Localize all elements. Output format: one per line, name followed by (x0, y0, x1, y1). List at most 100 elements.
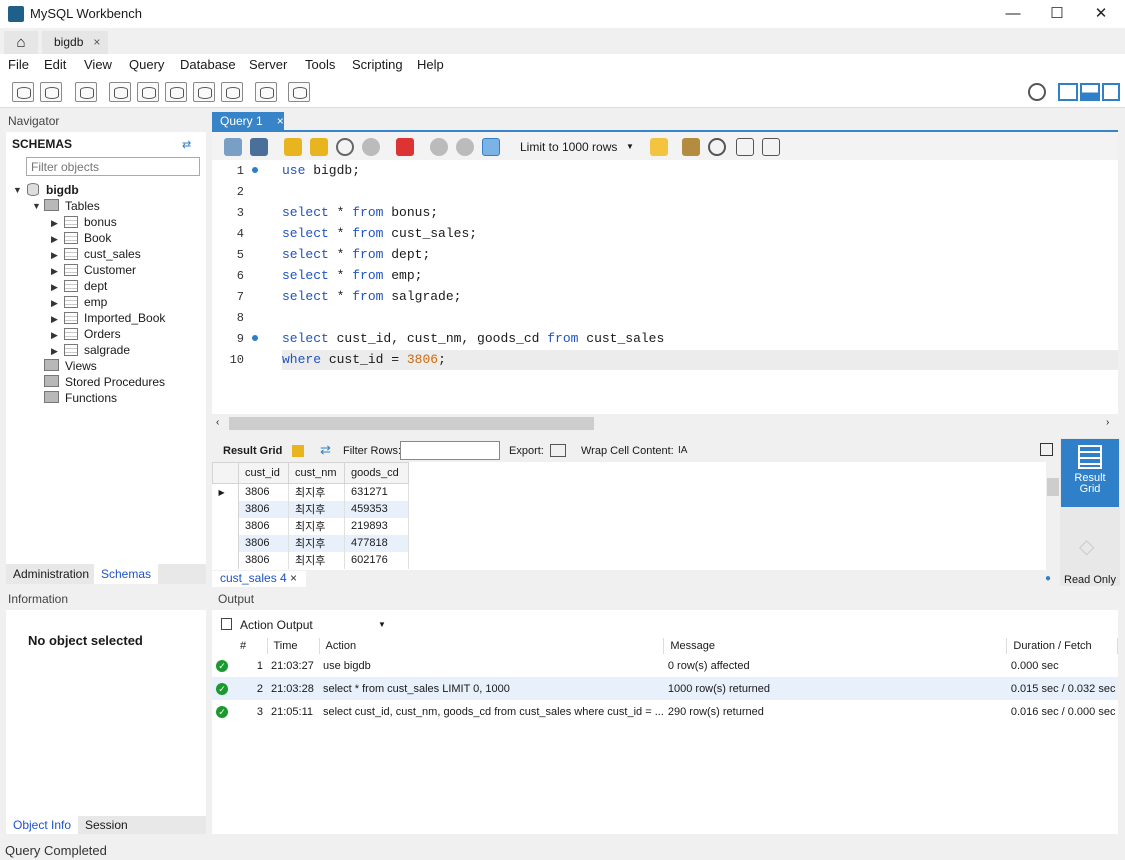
menu-query[interactable]: Query (129, 57, 164, 72)
action-output-table[interactable]: # Time Action Message Duration / Fetch ✓… (212, 638, 1118, 723)
column-header[interactable]: goods_cd (344, 462, 409, 484)
column-header[interactable]: # (234, 638, 268, 654)
table-node[interactable]: cust_sales (84, 247, 141, 261)
table-row[interactable]: 3806 최지후 219893 (212, 517, 409, 535)
expand-table-icon[interactable]: ▶ (51, 282, 58, 293)
cell-cust-nm[interactable]: 최지후 (288, 551, 345, 569)
code-line-1[interactable]: use bigdb; (282, 163, 360, 178)
cell-action[interactable]: select * from cust_sales LIMIT 0, 1000 (319, 677, 664, 700)
tab-schemas[interactable]: Schemas (94, 564, 159, 584)
close-tab-icon[interactable]: × (93, 35, 100, 49)
add-snippet-icon[interactable] (650, 138, 668, 156)
toggle-secondary-sidebar-icon[interactable] (1102, 83, 1120, 101)
execute-icon[interactable] (284, 138, 302, 156)
autocommit-icon[interactable] (482, 138, 500, 156)
cell-goods-cd[interactable]: 602176 (344, 551, 409, 569)
create-schema-icon[interactable] (109, 82, 131, 102)
expand-table-icon[interactable]: ▶ (51, 250, 58, 261)
create-view-icon[interactable] (165, 82, 187, 102)
table-node[interactable]: Customer (84, 263, 136, 277)
save-icon[interactable] (250, 138, 268, 156)
filter-rows-input[interactable] (400, 441, 500, 460)
grid-view-icon[interactable] (292, 445, 304, 457)
code-line-7[interactable]: select * from salgrade; (282, 289, 461, 304)
expand-table-icon[interactable]: ▶ (51, 218, 58, 229)
code-line-10[interactable]: where cust_id = 3806; (282, 352, 446, 367)
create-table-icon[interactable] (137, 82, 159, 102)
stop-icon[interactable] (362, 138, 380, 156)
code-line-3[interactable]: select * from bonus; (282, 205, 438, 220)
close-query-tab-icon[interactable]: × (277, 114, 284, 128)
commit-icon[interactable] (430, 138, 448, 156)
table-row[interactable]: ✓ 2 21:03:28 select * from cust_sales LIMIT… (212, 677, 1118, 700)
column-header[interactable]: Message (663, 638, 1008, 654)
maximize-button[interactable]: ☐ (1034, 0, 1080, 28)
editor-scroll-thumb[interactable] (229, 417, 594, 430)
column-header[interactable]: cust_id (238, 462, 289, 484)
cell-cust-nm[interactable]: 최지후 (288, 500, 345, 518)
toggle-sidebar-icon[interactable] (1058, 83, 1078, 101)
invisible-chars-icon[interactable] (736, 138, 754, 156)
find-icon[interactable] (708, 138, 726, 156)
toggle-panel-icon[interactable] (1040, 443, 1053, 456)
scroll-right-icon[interactable]: › (1106, 417, 1109, 428)
tab-session[interactable]: Session (85, 818, 128, 832)
cell-cust-id[interactable]: 3806 (238, 551, 289, 569)
table-node[interactable]: salgrade (84, 343, 130, 357)
table-node[interactable]: Book (84, 231, 111, 245)
cell-cust-id[interactable]: 3806 (238, 483, 289, 501)
column-header[interactable]: cust_nm (288, 462, 345, 484)
expand-table-icon[interactable]: ▶ (51, 298, 58, 309)
cell-cust-id[interactable]: 3806 (238, 517, 289, 535)
tab-object-info[interactable]: Object Info (6, 816, 79, 834)
minimize-button[interactable]: — (990, 0, 1036, 28)
expand-tables-icon[interactable]: ▼ (32, 201, 41, 211)
stored-procedures-node[interactable]: Stored Procedures (65, 375, 165, 389)
close-button[interactable]: ✕ (1078, 0, 1124, 28)
cell-goods-cd[interactable]: 477818 (344, 534, 409, 552)
output-type-select[interactable]: Action Output ▼ (240, 616, 390, 634)
cell-action[interactable]: use bigdb (319, 654, 664, 677)
table-node[interactable]: Imported_Book (84, 311, 165, 325)
menu-file[interactable]: File (8, 57, 29, 72)
create-function-icon[interactable] (221, 82, 243, 102)
home-tab[interactable]: ⌂ (4, 31, 38, 54)
expand-table-icon[interactable]: ▶ (51, 346, 58, 357)
menu-database[interactable]: Database (180, 57, 236, 72)
refresh-schemas-icon[interactable]: ⇄ (182, 138, 191, 151)
cell-goods-cd[interactable]: 631271 (344, 483, 409, 501)
menu-edit[interactable]: Edit (44, 57, 66, 72)
more-results-icon[interactable]: ◇ (1079, 534, 1094, 559)
expand-table-icon[interactable]: ▶ (51, 314, 58, 325)
open-file-icon[interactable] (224, 138, 242, 156)
table-node[interactable]: Orders (84, 327, 121, 341)
stop-on-error-icon[interactable] (396, 138, 414, 156)
inspector-icon[interactable] (75, 82, 97, 102)
functions-node[interactable]: Functions (65, 391, 117, 405)
search-table-data-icon[interactable] (255, 82, 277, 102)
schema-bigdb[interactable]: bigdb (46, 183, 79, 197)
tables-node[interactable]: Tables (65, 199, 100, 213)
code-line-6[interactable]: select * from emp; (282, 268, 422, 283)
expand-schema-icon[interactable]: ▼ (13, 185, 22, 195)
cell-cust-id[interactable]: 3806 (238, 500, 289, 518)
sql-editor[interactable] (212, 160, 1118, 414)
cell-cust-nm[interactable]: 최지후 (288, 517, 345, 535)
cell-action[interactable]: select cust_id, cust_nm, goods_cd from c… (319, 700, 664, 723)
table-row[interactable]: ✓ 3 21:05:11 select cust_id, cust_nm, goods… (212, 700, 1118, 723)
refresh-icon[interactable]: ⇄ (320, 442, 331, 458)
menu-view[interactable]: View (84, 57, 112, 72)
table-node[interactable]: emp (84, 295, 107, 309)
result-table[interactable]: cust_id cust_nm goods_cd ▶ 3806 최지후 631271 3… (212, 462, 409, 569)
expand-table-icon[interactable]: ▶ (51, 234, 58, 245)
views-node[interactable]: Views (65, 359, 97, 373)
settings-gear-icon[interactable] (1028, 83, 1046, 101)
table-node[interactable]: dept (84, 279, 107, 293)
expand-table-icon[interactable]: ▶ (51, 266, 58, 277)
code-line-5[interactable]: select * from dept; (282, 247, 430, 262)
export-icon[interactable] (550, 444, 566, 457)
result-grid-side-button[interactable]: Result Grid (1061, 439, 1119, 507)
menu-scripting[interactable]: Scripting (352, 57, 403, 72)
cell-goods-cd[interactable]: 459353 (344, 500, 409, 518)
execute-current-icon[interactable] (310, 138, 328, 156)
